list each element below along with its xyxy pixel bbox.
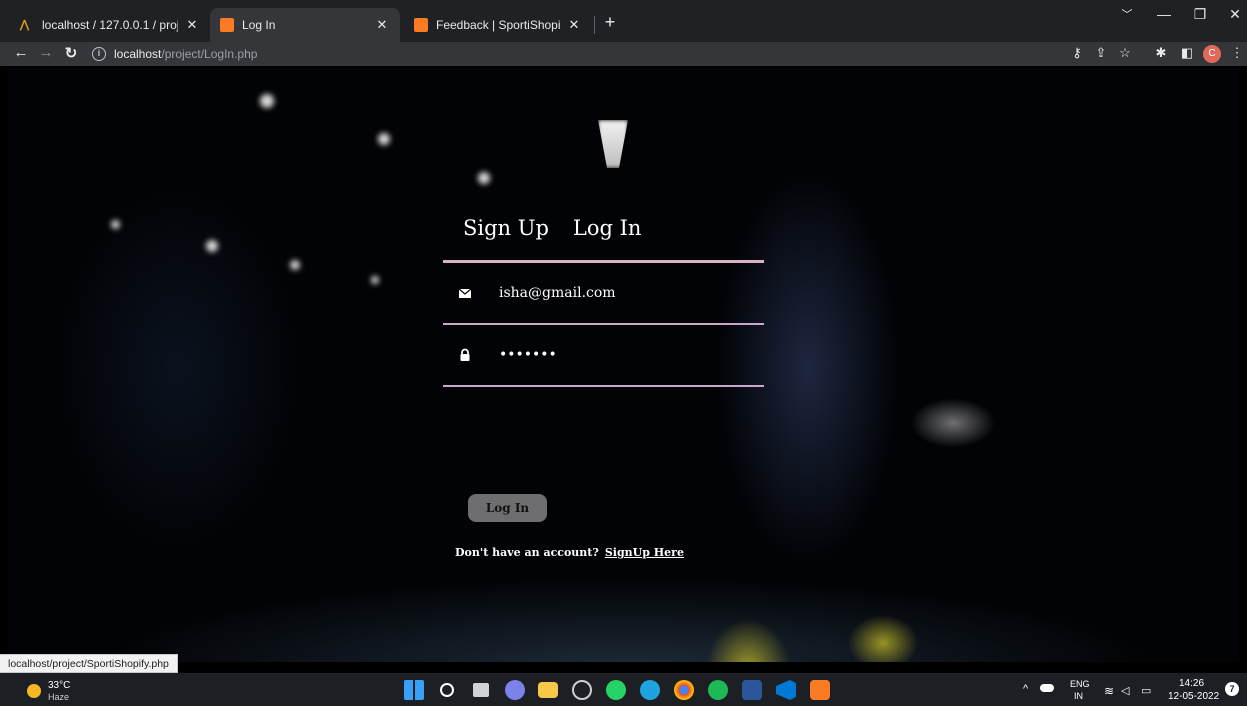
close-window-icon[interactable]: ✕ [1215, 6, 1247, 23]
tab-separator [594, 16, 595, 34]
tab-login[interactable]: Log In ✕ [210, 8, 400, 42]
tab-phpmyadmin[interactable]: ⋀ localhost / 127.0.0.1 / project / s… ✕ [10, 8, 210, 42]
xampp-icon [414, 18, 428, 32]
wifi-icon[interactable]: ≋ [1104, 684, 1114, 698]
tab-close-icon[interactable]: ✕ [374, 17, 390, 33]
share-icon[interactable]: ⇪ [1090, 45, 1112, 61]
chatgpt-icon[interactable] [572, 680, 592, 700]
xampp-icon[interactable] [810, 680, 830, 700]
file-explorer-icon[interactable] [538, 682, 558, 698]
battery-icon[interactable]: ▭ [1141, 684, 1151, 697]
password-key-icon[interactable]: ⚷ [1066, 45, 1088, 61]
tab-title: localhost / 127.0.0.1 / project / s… [42, 18, 178, 32]
no-account-text: Don't have an account? [455, 546, 599, 559]
browser-tab-strip: ⋀ localhost / 127.0.0.1 / project / s… ✕… [0, 0, 1247, 42]
notification-badge[interactable]: 7 [1225, 682, 1239, 696]
lock-icon [460, 348, 470, 361]
background-light [111, 220, 120, 229]
form-tabs: Sign Up Log In [443, 208, 764, 248]
background-light [371, 276, 379, 284]
signup-link[interactable]: SignUp Here [605, 546, 684, 559]
site-info-icon[interactable]: i [92, 47, 106, 61]
show-hidden-icons[interactable]: ^ [1023, 683, 1028, 695]
language-top[interactable]: ENG [1070, 679, 1090, 689]
weather-temperature[interactable]: 33°C [48, 680, 70, 691]
envelope-icon [458, 288, 472, 298]
whatsapp-icon[interactable] [606, 680, 626, 700]
background-light [206, 240, 218, 252]
tab-close-icon[interactable]: ✕ [566, 17, 582, 33]
tab-search-icon[interactable]: ﹀ [1107, 6, 1147, 22]
tab-title: Log In [242, 18, 276, 32]
url-path: /project/LogIn.php [161, 47, 258, 61]
minimize-icon[interactable]: — [1144, 6, 1184, 22]
address-bar[interactable]: i localhost/project/LogIn.php [92, 43, 1052, 65]
edge-icon[interactable] [640, 680, 660, 700]
tab-close-icon[interactable]: ✕ [184, 17, 200, 33]
phpmyadmin-icon: ⋀ [20, 19, 30, 31]
language-bottom[interactable]: IN [1074, 691, 1083, 701]
background-light [260, 94, 274, 108]
reload-icon[interactable]: ↻ [60, 44, 82, 62]
xampp-icon [220, 18, 234, 32]
browser-toolbar: ← → ↻ i localhost/project/LogIn.php ⚷ ⇪ … [0, 42, 1247, 66]
word-icon[interactable] [742, 680, 762, 700]
signup-prompt: Don't have an account? SignUp Here [455, 546, 684, 559]
shuttlecock-image [598, 120, 628, 168]
menu-icon[interactable]: ⋮ [1226, 45, 1247, 61]
background-light [378, 133, 390, 145]
tab-signup[interactable]: Sign Up [463, 216, 549, 240]
bookmark-star-icon[interactable]: ☆ [1114, 45, 1136, 61]
background-light [478, 172, 490, 184]
extensions-icon[interactable]: ✱ [1150, 45, 1172, 61]
profile-avatar[interactable]: C [1203, 45, 1221, 63]
search-icon[interactable] [440, 683, 454, 697]
new-tab-icon[interactable]: + [598, 12, 622, 33]
start-icon[interactable] [404, 680, 424, 700]
tab-feedback[interactable]: Feedback | SportiShopify ✕ [404, 8, 592, 42]
task-view-icon[interactable] [473, 683, 489, 697]
side-panel-icon[interactable]: ◧ [1176, 45, 1198, 61]
login-page: Sign Up Log In Log In Don't have an acco… [8, 68, 1239, 662]
weather-sun-icon[interactable] [27, 684, 41, 698]
chrome-icon[interactable] [674, 680, 694, 700]
tab-title: Feedback | SportiShopify [436, 18, 560, 32]
email-input[interactable] [499, 285, 729, 301]
login-button[interactable]: Log In [468, 494, 547, 522]
password-input[interactable] [499, 347, 729, 363]
chat-icon[interactable] [505, 680, 525, 700]
tab-login[interactable]: Log In [573, 216, 642, 240]
onedrive-icon[interactable] [1040, 684, 1054, 692]
forward-icon[interactable]: → [35, 44, 57, 61]
spotify-icon[interactable] [708, 680, 728, 700]
background-light [290, 260, 300, 270]
weather-description[interactable]: Haze [48, 692, 69, 702]
clock-date[interactable]: 12-05-2022 [1168, 691, 1219, 702]
volume-icon[interactable]: ◁ [1121, 684, 1129, 697]
login-form: Sign Up Log In Log In Don't have an acco… [443, 208, 764, 559]
url-host: localhost [114, 47, 162, 61]
back-icon[interactable]: ← [10, 44, 32, 61]
email-field-row [443, 263, 764, 325]
password-field-row [443, 325, 764, 387]
restore-icon[interactable]: ❐ [1180, 6, 1220, 23]
link-status-bar: localhost/project/SportiShopify.php [0, 654, 178, 673]
clock-time[interactable]: 14:26 [1179, 678, 1204, 689]
